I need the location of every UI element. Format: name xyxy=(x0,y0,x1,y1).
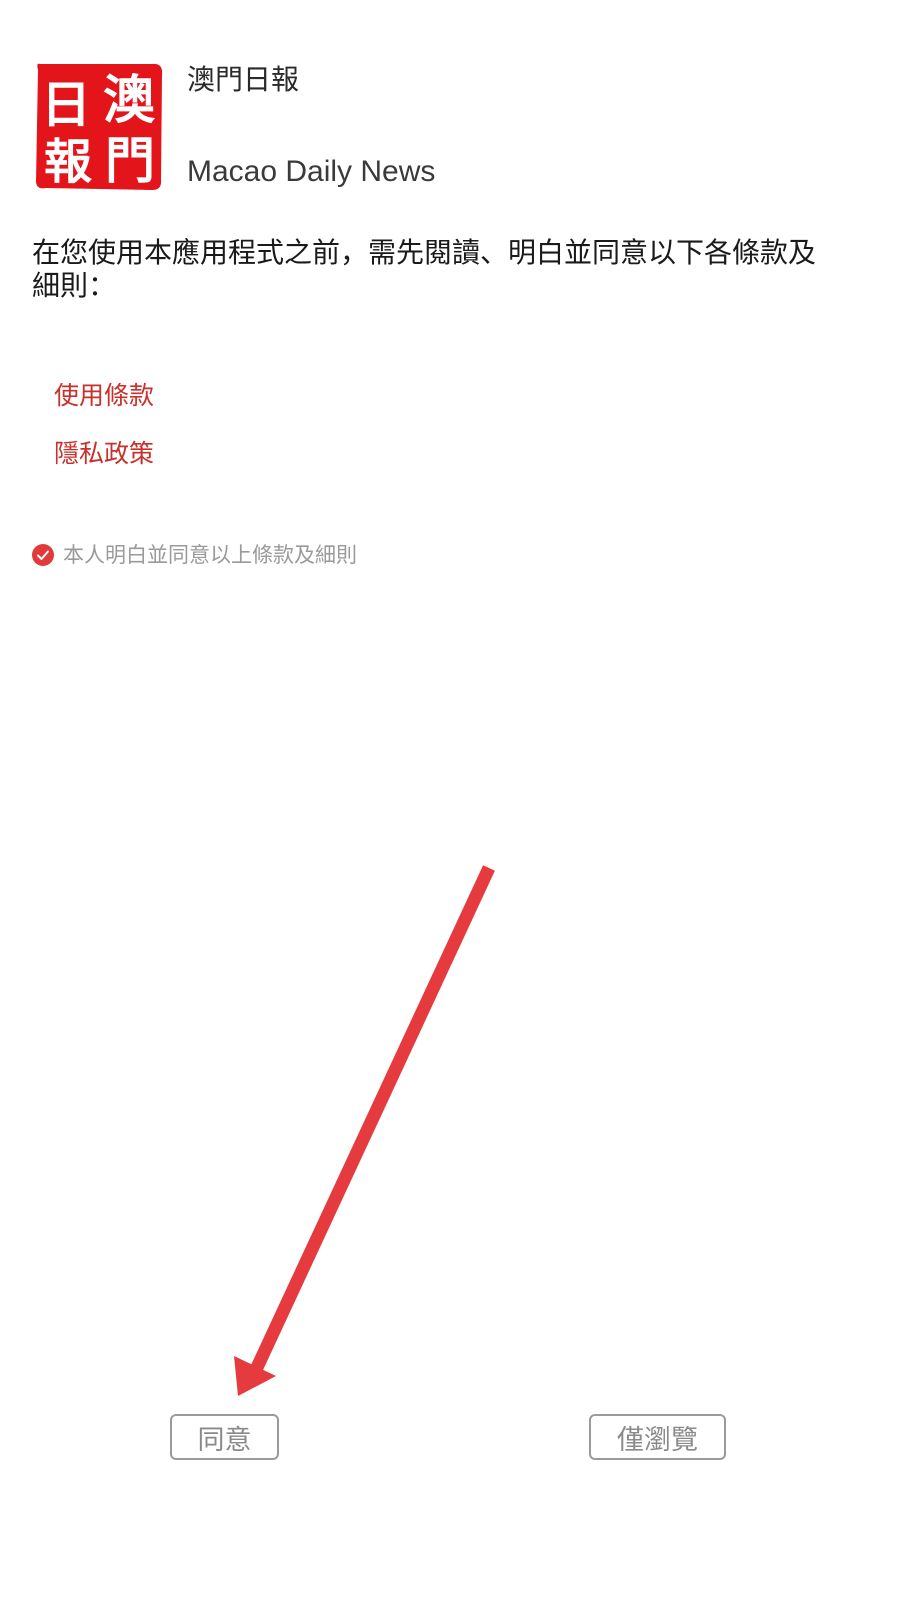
browse-only-button[interactable]: 僅瀏覽 xyxy=(589,1414,726,1460)
privacy-policy-link[interactable]: 隱私政策 xyxy=(54,438,154,470)
app-logo-icon: 日 澳 報 門 xyxy=(36,63,163,190)
consent-row[interactable]: 本人明白並同意以上條款及細則 xyxy=(32,540,357,570)
terms-intro-text: 在您使用本應用程式之前，需先閱讀、明白並同意以下各條款及細則： xyxy=(32,236,817,302)
consent-label: 本人明白並同意以上條款及細則 xyxy=(63,543,357,567)
logo-glyph: 澳 xyxy=(103,70,156,131)
app-name-english: Macao Daily News xyxy=(187,155,436,188)
logo-glyph: 門 xyxy=(105,131,155,190)
agree-button[interactable]: 同意 xyxy=(170,1414,279,1460)
check-circle-icon[interactable] xyxy=(32,544,54,566)
logo-glyph: 報 xyxy=(44,134,92,190)
logo-glyph: 日 xyxy=(41,75,91,134)
terms-of-use-link[interactable]: 使用條款 xyxy=(54,380,154,412)
app-name-chinese: 澳門日報 xyxy=(187,63,300,96)
